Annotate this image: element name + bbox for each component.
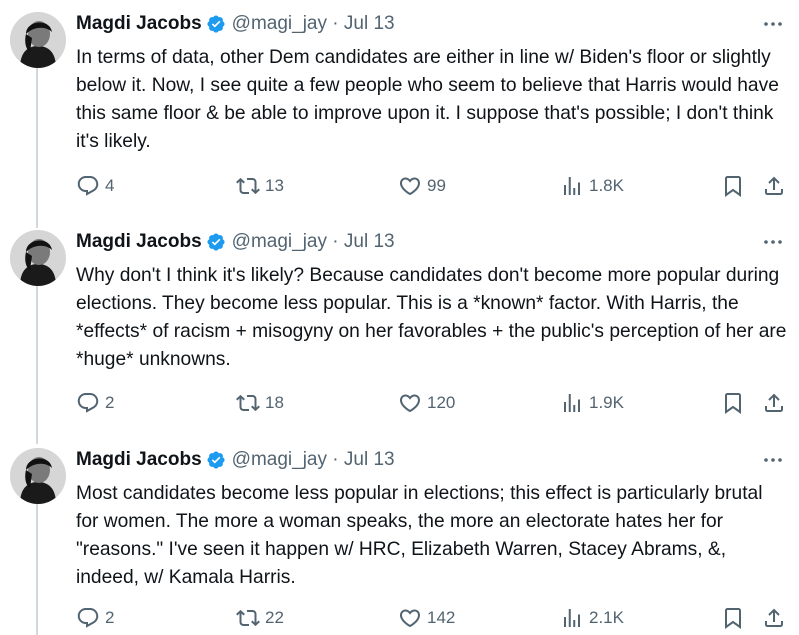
more-icon[interactable] xyxy=(761,14,785,34)
verified-badge-icon xyxy=(207,15,225,33)
avatar[interactable] xyxy=(10,12,66,68)
like-count: 142 xyxy=(427,608,456,627)
tweet-date[interactable]: Jul 13 xyxy=(344,449,395,471)
like-count: 99 xyxy=(427,176,446,195)
verified-badge-icon xyxy=(207,451,225,469)
author-handle[interactable]: @magi_jay xyxy=(232,231,327,253)
views-button[interactable]: 2.1K xyxy=(560,606,624,630)
tweet[interactable]: Magdi Jacobs @magi_jay · Jul 13 Most can… xyxy=(0,448,799,635)
tweet-actions: 2 22 142 2.1K xyxy=(76,606,788,630)
reply-button[interactable]: 2 xyxy=(76,391,114,415)
share-icon[interactable] xyxy=(762,606,786,630)
more-icon[interactable] xyxy=(761,450,785,470)
like-icon xyxy=(399,394,421,413)
views-count: 1.8K xyxy=(589,176,624,195)
reply-icon xyxy=(77,176,99,196)
bookmark-icon[interactable] xyxy=(721,174,745,198)
author-name[interactable]: Magdi Jacobs xyxy=(76,449,202,471)
share-icon[interactable] xyxy=(762,391,786,415)
avatar[interactable] xyxy=(10,230,66,286)
bookmark-icon[interactable] xyxy=(721,606,745,630)
retweet-button[interactable]: 18 xyxy=(236,391,284,415)
retweet-icon xyxy=(236,394,260,412)
tweet-actions: 4 13 99 1.8K xyxy=(76,174,788,198)
author-name[interactable]: Magdi Jacobs xyxy=(76,231,202,253)
tweet[interactable]: Magdi Jacobs @magi_jay · Jul 13 Why don'… xyxy=(0,230,799,430)
author-name[interactable]: Magdi Jacobs xyxy=(76,13,202,35)
retweet-button[interactable]: 13 xyxy=(236,174,284,198)
bookmark-icon[interactable] xyxy=(721,391,745,415)
retweet-button[interactable]: 22 xyxy=(236,606,284,630)
views-icon xyxy=(564,394,580,412)
tweet-date[interactable]: Jul 13 xyxy=(344,231,395,253)
reply-button[interactable]: 4 xyxy=(76,174,114,198)
avatar[interactable] xyxy=(10,448,66,504)
like-button[interactable]: 99 xyxy=(398,174,446,198)
author-handle[interactable]: @magi_jay xyxy=(232,449,327,471)
reply-count: 2 xyxy=(105,393,115,412)
like-icon xyxy=(399,609,421,628)
author-handle[interactable]: @magi_jay xyxy=(232,13,327,35)
reply-icon xyxy=(77,608,99,628)
retweet-count: 13 xyxy=(265,176,284,195)
reply-icon xyxy=(77,393,99,413)
retweet-count: 22 xyxy=(265,608,284,627)
views-icon xyxy=(564,177,580,195)
share-icon[interactable] xyxy=(762,174,786,198)
retweet-icon xyxy=(236,177,260,195)
tweet-text: Why don't I think it's likely? Because c… xyxy=(76,265,787,370)
tweet-header: Magdi Jacobs @magi_jay · Jul 13 xyxy=(76,230,395,254)
tweet-text: Most candidates become less popular in e… xyxy=(76,483,763,588)
separator-dot: · xyxy=(326,231,344,252)
tweet-text: In terms of data, other Dem candidates a… xyxy=(76,47,779,152)
separator-dot: · xyxy=(326,449,344,470)
tweet[interactable]: Magdi Jacobs @magi_jay · Jul 13 In terms… xyxy=(0,12,799,212)
reply-count: 4 xyxy=(105,176,115,195)
like-count: 120 xyxy=(427,393,456,412)
verified-badge-icon xyxy=(207,233,225,251)
tweet-thread: Magdi Jacobs @magi_jay · Jul 13 In terms… xyxy=(0,0,799,635)
more-icon[interactable] xyxy=(761,232,785,252)
tweet-actions: 2 18 120 1.9K xyxy=(76,391,788,415)
like-icon xyxy=(399,177,421,196)
views-button[interactable]: 1.8K xyxy=(560,174,624,198)
views-count: 2.1K xyxy=(589,608,624,627)
views-icon xyxy=(564,609,580,627)
retweet-count: 18 xyxy=(265,393,284,412)
reply-button[interactable]: 2 xyxy=(76,606,114,630)
separator-dot: · xyxy=(326,13,344,34)
tweet-date[interactable]: Jul 13 xyxy=(344,13,395,35)
like-button[interactable]: 120 xyxy=(398,391,455,415)
retweet-icon xyxy=(236,609,260,627)
views-button[interactable]: 1.9K xyxy=(560,391,624,415)
tweet-header: Magdi Jacobs @magi_jay · Jul 13 xyxy=(76,12,395,36)
views-count: 1.9K xyxy=(589,393,624,412)
like-button[interactable]: 142 xyxy=(398,606,455,630)
reply-count: 2 xyxy=(105,608,115,627)
tweet-header: Magdi Jacobs @magi_jay · Jul 13 xyxy=(76,448,395,472)
